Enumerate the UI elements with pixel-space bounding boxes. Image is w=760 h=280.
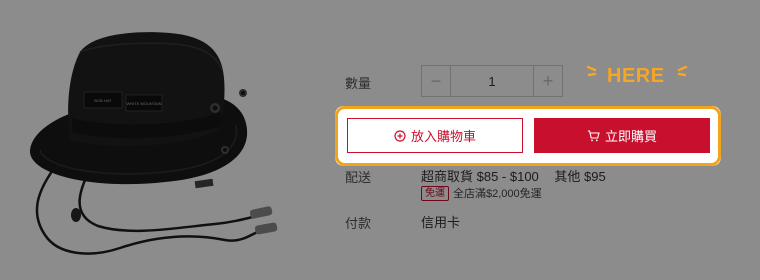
shipping-other: 其他 $95 <box>554 169 606 184</box>
add-to-cart-label: 放入購物車 <box>410 129 476 144</box>
buy-now-button[interactable]: 立即購買 <box>534 118 710 153</box>
quantity-label: 數量 <box>345 76 372 91</box>
free-shipping-text: 全店滿$2,000免運 <box>453 188 542 200</box>
plus-circle-icon <box>394 129 406 142</box>
payment-method: 信用卡 <box>421 215 461 230</box>
free-shipping-note: 免運 全店滿$2,000免運 <box>421 185 542 201</box>
quantity-increase-button[interactable]: + <box>534 66 562 96</box>
add-to-cart-button[interactable]: 放入購物車 <box>347 118 523 153</box>
free-shipping-badge: 免運 <box>421 185 449 201</box>
quantity-input[interactable] <box>450 66 534 96</box>
payment-label: 付款 <box>345 216 372 231</box>
shipping-options: 超商取貨 $85 - $100 其他 $95 <box>421 166 606 185</box>
buy-now-label: 立即購買 <box>604 129 657 144</box>
quantity-stepper: − + <box>421 65 563 97</box>
here-callout: HERE <box>607 65 665 87</box>
quantity-decrease-button[interactable]: − <box>422 66 450 96</box>
shipping-label: 配送 <box>345 170 372 185</box>
hat-tag-left: BOB HAT <box>94 98 112 103</box>
cart-icon <box>587 129 600 141</box>
product-image: BOB HAT WHITE MOUNTAIN <box>29 32 278 255</box>
hat-tag-right: WHITE MOUNTAIN <box>126 101 161 106</box>
shipping-method: 超商取貨 $85 - $100 <box>421 169 539 184</box>
